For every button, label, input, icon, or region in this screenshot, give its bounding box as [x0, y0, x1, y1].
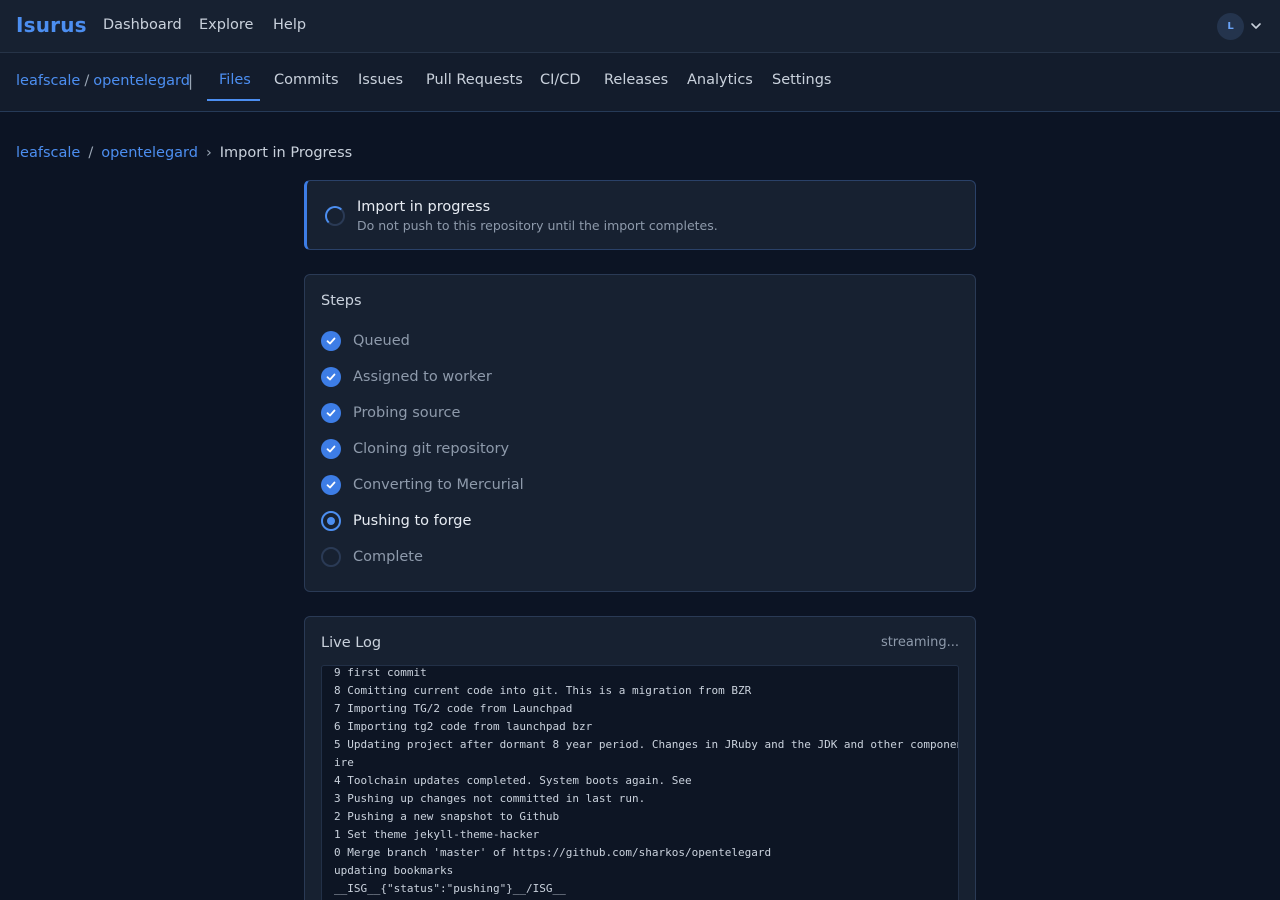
nav-explore-link[interactable]: Explore: [199, 17, 253, 33]
log-output[interactable]: 9 first commit 8 Comitting current code …: [321, 665, 959, 900]
live-log-card: Live Log streaming... 9 first commit 8 C…: [304, 616, 976, 900]
repo-path: leafscale / opentelegard: [16, 73, 190, 89]
radio-active-icon: [321, 511, 341, 531]
breadcrumb-chevron: ›: [205, 145, 212, 161]
step-probing-source: Probing source: [321, 402, 921, 424]
tab-commits[interactable]: Commits: [274, 72, 339, 88]
tab-pull-requests[interactable]: Pull Requests: [426, 72, 523, 88]
breadcrumb-repo-link[interactable]: opentelegard: [101, 145, 198, 161]
step-label: Cloning git repository: [353, 441, 510, 457]
step-cloning-git-repository: Cloning git repository: [321, 438, 921, 460]
step-label: Queued: [353, 333, 410, 349]
repo-navbar: leafscale / opentelegard | Files Commits I…: [0, 53, 1280, 112]
repo-divider: |: [188, 72, 194, 90]
user-avatar[interactable]: L: [1217, 13, 1244, 40]
log-line: 0 Merge branch 'master' of https://githu…: [334, 846, 772, 859]
tab-issues[interactable]: Issues: [358, 72, 403, 88]
tab-files[interactable]: Files: [219, 72, 251, 88]
log-line: 6 Importing tg2 code from launchpad bzr: [334, 720, 593, 733]
log-line: 7 Importing TG/2 code from Launchpad: [334, 702, 573, 715]
log-line: 3 Pushing up changes not committed in la…: [334, 792, 646, 805]
check-circle-icon: [321, 403, 341, 423]
step-assigned-to-worker: Assigned to worker: [321, 366, 921, 388]
step-label: Converting to Mercurial: [353, 477, 524, 493]
check-circle-icon: [321, 367, 341, 387]
tab-settings[interactable]: Settings: [772, 72, 831, 88]
steps-title: Steps: [321, 293, 362, 309]
spinner-icon: [325, 206, 345, 226]
step-complete: Complete: [321, 546, 921, 568]
tab-releases[interactable]: Releases: [604, 72, 668, 88]
check-circle-icon: [321, 439, 341, 459]
step-label: Probing source: [353, 405, 461, 421]
repo-name-link[interactable]: opentelegard: [93, 73, 190, 89]
log-line: ire: [334, 756, 354, 769]
breadcrumb-current: Import in Progress: [219, 145, 353, 161]
log-line: 2 Pushing a new snapshot to Github: [334, 810, 560, 823]
log-line: 4 Toolchain updates completed. System bo…: [334, 774, 692, 787]
step-converting-to-mercurial: Converting to Mercurial: [321, 474, 921, 496]
step-label: Pushing to forge: [353, 513, 472, 529]
log-line: 8 Comitting current code into git. This …: [334, 684, 752, 697]
top-navbar: Isurus Dashboard Explore Help L: [0, 0, 1280, 53]
nav-help-link[interactable]: Help: [273, 17, 306, 33]
app-logo[interactable]: Isurus: [16, 13, 87, 37]
log-line: 1 Set theme jekyll-theme-hacker: [334, 828, 540, 841]
banner-subtitle: Do not push to this repository until the…: [357, 218, 718, 233]
log-line: 5 Updating project after dormant 8 year …: [334, 738, 959, 751]
log-lines: 9 first commit 8 Comitting current code …: [322, 666, 959, 898]
step-queued: Queued: [321, 330, 921, 352]
repo-path-separator: /: [84, 73, 90, 89]
chevron-down-icon[interactable]: [1250, 20, 1262, 32]
breadcrumb: leafscale / opentelegard › Import in Progres…: [16, 145, 352, 161]
import-status-banner: Import in progress Do not push to this r…: [304, 180, 976, 250]
tab-ci-cd[interactable]: CI/CD: [540, 72, 581, 88]
breadcrumb-slash: /: [88, 145, 94, 161]
step-label: Assigned to worker: [353, 369, 492, 385]
steps-card: Steps Queued Assigned to worker Probing …: [304, 274, 976, 592]
repo-owner-link[interactable]: leafscale: [16, 73, 80, 89]
circle-outline-icon: [321, 547, 341, 567]
banner-title: Import in progress: [357, 199, 491, 215]
log-line: __ISG__{"status":"pushing"}__/ISG__: [334, 882, 566, 895]
check-circle-icon: [321, 331, 341, 351]
step-pushing-to-forge: Pushing to forge: [321, 510, 921, 532]
tab-analytics[interactable]: Analytics: [687, 72, 753, 88]
live-log-title: Live Log: [321, 635, 382, 651]
log-line: 9 first commit: [334, 666, 427, 679]
breadcrumb-owner-link[interactable]: leafscale: [16, 145, 80, 161]
active-tab-indicator: [207, 99, 260, 101]
check-circle-icon: [321, 475, 341, 495]
nav-dashboard-link[interactable]: Dashboard: [103, 17, 182, 33]
log-line: updating bookmarks: [334, 864, 454, 877]
log-status: streaming...: [880, 635, 959, 650]
step-label: Complete: [353, 549, 423, 565]
